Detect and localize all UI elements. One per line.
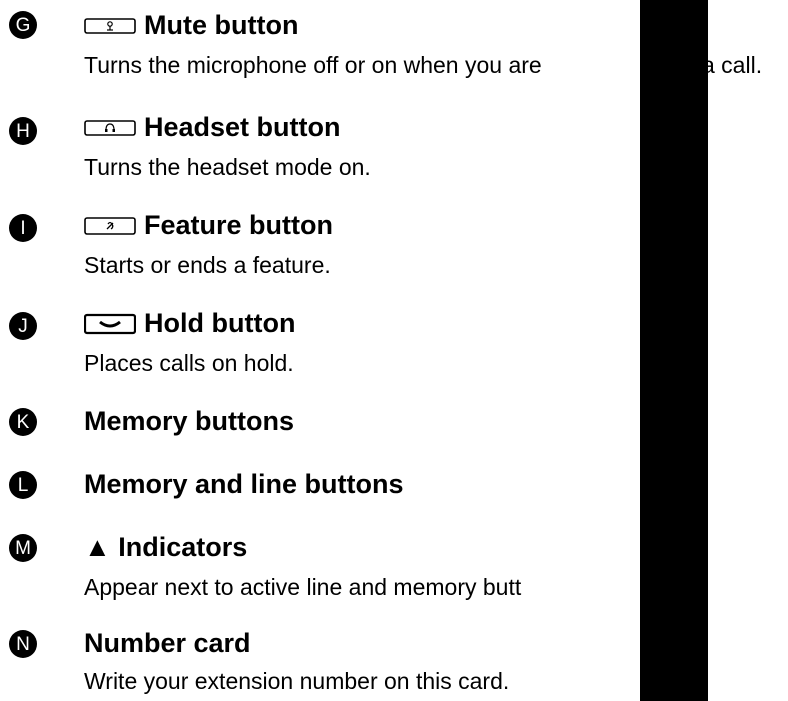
- redaction-bar: [640, 0, 708, 701]
- item-title: ▲ Indicators: [84, 532, 248, 562]
- item-description-tail: a call.: [702, 52, 763, 78]
- item-description: Turns the headset mode on.: [84, 154, 371, 180]
- item-description: Places calls on hold.: [84, 350, 294, 376]
- hold-key-icon: [84, 313, 136, 335]
- item-description: Turns the microphone off or on when you …: [84, 52, 542, 78]
- mute-key-icon: [84, 16, 136, 36]
- item-letter-badge: H: [9, 117, 37, 145]
- item-title: Number card: [84, 628, 251, 658]
- item-title: Hold button: [84, 308, 295, 339]
- feature-key-icon: [84, 216, 136, 236]
- item-letter-badge: L: [9, 471, 37, 499]
- item-title: Memory buttons: [84, 406, 295, 436]
- item-title: Feature button: [84, 210, 333, 241]
- item-title: Memory and line buttons: [84, 469, 404, 499]
- item-title: Headset button: [84, 112, 341, 143]
- item-title: Mute button: [84, 10, 298, 41]
- item-description: Appear next to active line and memory bu…: [84, 574, 522, 600]
- headset-key-icon: [84, 118, 136, 138]
- item-letter-badge: K: [9, 408, 37, 436]
- item-letter-badge: M: [9, 534, 37, 562]
- item-letter-badge: N: [9, 630, 37, 658]
- item-description: Starts or ends a feature.: [84, 252, 331, 278]
- item-letter-badge: G: [9, 11, 37, 39]
- item-description: Write your extension number on this card…: [84, 668, 510, 694]
- item-letter-badge: J: [9, 312, 37, 340]
- item-letter-badge: I: [9, 214, 37, 242]
